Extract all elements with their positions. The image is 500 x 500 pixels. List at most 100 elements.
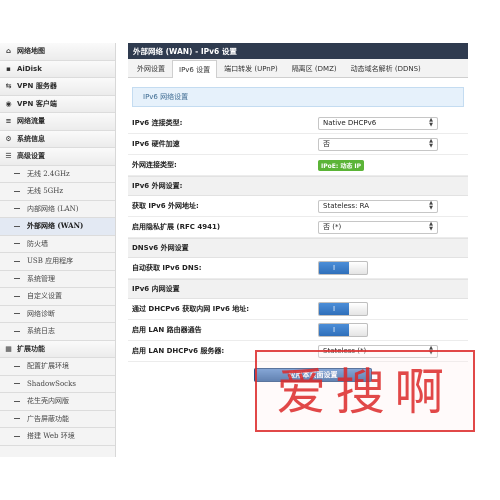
toggle-on-label: I <box>319 262 349 274</box>
sidebar-item[interactable]: USB 应用程序 <box>0 253 115 271</box>
apply-button[interactable]: 应用本页面设置 <box>254 368 372 382</box>
dns-group: 自动获取 IPv6 DNS: I <box>128 258 468 279</box>
sidebar-item[interactable]: ⇆ VPN 服务器 <box>0 78 115 96</box>
sidebar-item-label: 系统信息 <box>17 134 45 143</box>
select-value: Stateless: RA <box>323 202 370 210</box>
sidebar-item-label: VPN 客户端 <box>17 99 57 108</box>
connection-group: IPv6 连接类型: Native DHCPv6 ▲ ▼ IPv6 硬件加速 否 ▲ ▼ 外网连… <box>128 113 468 176</box>
sidebar-item[interactable]: 无线 5GHz <box>0 183 115 201</box>
bullet-dash-icon <box>14 225 20 227</box>
section-dns-header: DNSv6 外网设置 <box>128 238 468 258</box>
setting-row: 自动获取 IPv6 DNS: I <box>128 258 468 279</box>
extensions-icon: ▦ <box>5 344 12 353</box>
sidebar-item[interactable]: 外部网络 (WAN) <box>0 218 115 236</box>
sidebar-item[interactable]: 系统日志 <box>0 323 115 341</box>
sidebar-item-label: ShadowSocks <box>27 379 76 388</box>
info-banner: IPv6 网络设置 <box>132 87 464 107</box>
select-value: Native DHCPv6 <box>323 119 377 127</box>
page-title: 外部网络 (WAN) - IPv6 设置 <box>128 43 468 59</box>
select-arrows-icon: ▲ ▼ <box>429 200 433 211</box>
sidebar-item-label: 无线 2.4GHz <box>27 169 70 178</box>
sidebar-item[interactable]: ◉ VPN 客户端 <box>0 95 115 113</box>
setting-row: 启用 LAN 路由器通告 I <box>128 320 468 341</box>
setting-row: 启用 LAN DHCPv6 服务器: Stateless (*) ▲ ▼ <box>128 341 468 362</box>
setting-select[interactable]: 否 ▲ ▼ <box>318 137 438 151</box>
bullet-dash-icon <box>14 295 20 297</box>
toggle-on-label: I <box>319 324 349 336</box>
bullet-dash-icon <box>14 400 20 402</box>
tab[interactable]: IPv6 设置 <box>172 60 218 78</box>
sidebar-item[interactable]: 系统管理 <box>0 271 115 288</box>
select-value: 否 (*) <box>323 223 342 231</box>
sidebar-item[interactable]: ≡ 网络流量 <box>0 113 115 131</box>
tab[interactable]: 外网设置 <box>130 60 172 77</box>
setting-select[interactable]: Stateless (*) ▲ ▼ <box>318 344 438 358</box>
wan-group: 获取 IPv6 外网地址: Stateless: RA ▲ ▼ 启用隐私扩展 (RFC … <box>128 196 468 238</box>
select-value: Stateless (*) <box>323 347 367 355</box>
sidebar-item-label: 内部网络 (LAN) <box>27 204 79 213</box>
lan-group: 通过 DHCPv6 获取内网 IPv6 地址: I 启用 LAN 路由器通告 I 启用 … <box>128 299 468 362</box>
sidebar-item[interactable]: ▪ AiDisk <box>0 60 115 78</box>
toggle-off-area <box>349 303 367 315</box>
bullet-dash-icon <box>14 383 20 385</box>
toggle-switch[interactable]: I <box>318 261 368 275</box>
sidebar-item[interactable]: ⌂ 网络地图 <box>0 43 115 61</box>
sidebar-item-label: AiDisk <box>17 64 42 73</box>
sidebar-item[interactable]: 花生壳内网版 <box>0 393 115 411</box>
sidebar-item[interactable]: 搭建 Web 环境 <box>0 428 115 446</box>
sidebar-item[interactable]: ⚙ 系统信息 <box>0 130 115 148</box>
select-arrows-icon: ▲ ▼ <box>429 221 433 232</box>
sidebar-item-label: 网络诊断 <box>27 309 55 318</box>
select-arrows-icon: ▲ ▼ <box>429 117 433 128</box>
sidebar-item[interactable]: 自定义设置 <box>0 288 115 306</box>
tab[interactable]: 动态域名解析 (DDNS) <box>344 60 428 77</box>
setting-row: IPv6 硬件加速 否 ▲ ▼ <box>128 134 468 155</box>
apply-area: 应用本页面设置 <box>128 362 468 388</box>
bullet-dash-icon <box>14 190 20 192</box>
tab[interactable]: 端口转发 (UPnP) <box>217 60 285 77</box>
sidebar-item-label: 扩展功能 <box>17 344 45 353</box>
toggle-off-area <box>349 262 367 274</box>
sidebar-item-label: 无线 5GHz <box>27 187 64 196</box>
sidebar-item[interactable]: ShadowSocks <box>0 376 115 393</box>
sidebar-item-label: 高级设置 <box>17 152 45 161</box>
tab[interactable]: 隔离区 (DMZ) <box>285 60 344 77</box>
sidebar-item[interactable]: 广告屏蔽功能 <box>0 411 115 428</box>
sidebar-item[interactable]: 内部网络 (LAN) <box>0 201 115 218</box>
bullet-dash-icon <box>14 173 20 175</box>
sidebar-item-label: 系统管理 <box>27 274 55 283</box>
settings-icon: ☰ <box>5 152 12 161</box>
sidebar-item[interactable]: 无线 2.4GHz <box>0 166 115 183</box>
toggle-switch[interactable]: I <box>318 302 368 316</box>
section-wan-header: IPv6 外网设置: <box>128 176 468 196</box>
bullet-dash-icon <box>14 243 20 245</box>
sidebar-item-label: VPN 服务器 <box>17 82 57 91</box>
bullet-dash-icon <box>14 365 20 367</box>
setting-label: 获取 IPv6 外网地址: <box>132 202 199 210</box>
bullet-dash-icon <box>14 313 20 315</box>
vpn-icon: ⇆ <box>5 82 12 91</box>
globe-icon: ◉ <box>5 99 12 108</box>
setting-select[interactable]: Native DHCPv6 ▲ ▼ <box>318 116 438 130</box>
setting-select[interactable]: 否 (*) ▲ ▼ <box>318 220 438 234</box>
sidebar-item[interactable]: 网络诊断 <box>0 306 115 323</box>
bullet-dash-icon <box>14 208 20 210</box>
setting-label: 外网连接类型: <box>132 161 177 169</box>
select-arrows-icon: ▲ ▼ <box>429 345 433 356</box>
sidebar-item[interactable]: ▦ 扩展功能 <box>0 340 115 358</box>
setting-select[interactable]: Stateless: RA ▲ ▼ <box>318 199 438 213</box>
tab-bar: 外网设置 IPv6 设置 端口转发 (UPnP) 隔离区 (DMZ) 动态域名解析 (D… <box>128 59 468 78</box>
sidebar-item[interactable]: ☰ 高级设置 <box>0 148 115 166</box>
setting-label: IPv6 连接类型: <box>132 119 183 127</box>
bullet-dash-icon <box>14 418 20 420</box>
sidebar-item[interactable]: 防火墙 <box>0 236 115 253</box>
toggle-switch[interactable]: I <box>318 323 368 337</box>
sidebar-item[interactable]: 配置扩展环境 <box>0 358 115 376</box>
setting-label: 自动获取 IPv6 DNS: <box>132 264 202 272</box>
select-arrows-icon: ▲ ▼ <box>429 138 433 149</box>
setting-label: 启用 LAN DHCPv6 服务器: <box>132 347 225 355</box>
sidebar-item-label: 花生壳内网版 <box>27 397 69 406</box>
bullet-dash-icon <box>14 260 20 262</box>
sidebar-item-label: 网络地图 <box>17 47 45 56</box>
setting-row: 外网连接类型: IPoE: 动态 IP <box>128 155 468 176</box>
